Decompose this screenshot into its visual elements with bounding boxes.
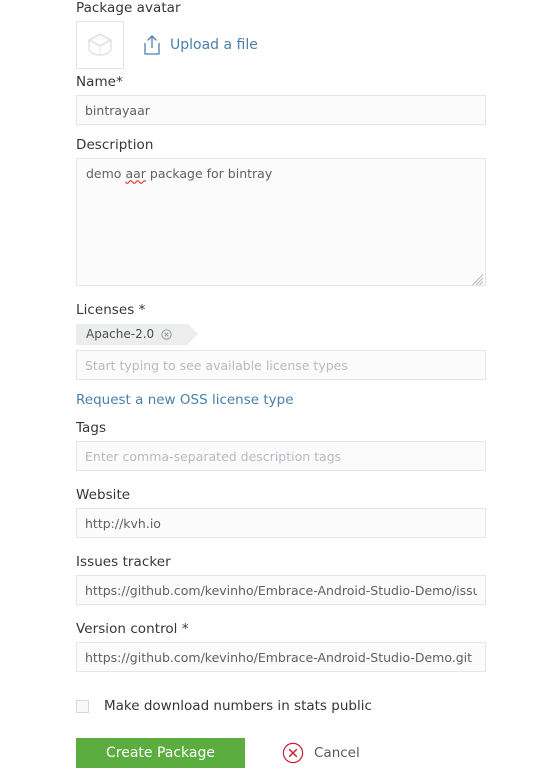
- description-textarea[interactable]: [76, 158, 486, 286]
- package-avatar-preview[interactable]: [76, 21, 124, 69]
- package-avatar-row: Upload a file: [76, 21, 486, 69]
- upload-icon: [142, 34, 162, 56]
- issues-tracker-input[interactable]: [76, 575, 486, 605]
- tags-label: Tags: [76, 420, 107, 436]
- version-control-label: Version control *: [76, 621, 189, 637]
- website-input[interactable]: [76, 508, 486, 538]
- create-package-page: Package avatar Upload a file Name* bintr…: [0, 0, 559, 773]
- licenses-label: Licenses *: [76, 302, 146, 318]
- upload-a-file-link[interactable]: Upload a file: [142, 34, 258, 56]
- stats-public-label[interactable]: Make download numbers in stats public: [104, 698, 372, 714]
- licenses-input[interactable]: [76, 350, 486, 380]
- name-label: Name*: [76, 74, 123, 90]
- cancel-label: Cancel: [314, 745, 360, 761]
- license-chip[interactable]: Apache-2.0: [76, 323, 199, 345]
- package-avatar-label: Package avatar: [76, 0, 181, 16]
- name-input[interactable]: [76, 95, 486, 125]
- description-label: Description: [76, 137, 154, 153]
- stats-public-checkbox[interactable]: [76, 699, 89, 713]
- stats-public-row: Make download numbers in stats public: [76, 698, 486, 714]
- upload-a-file-label: Upload a file: [170, 37, 258, 53]
- issues-tracker-label: Issues tracker: [76, 554, 171, 570]
- cancel-circle-x-icon: [282, 742, 304, 764]
- website-label: Website: [76, 487, 131, 503]
- request-oss-license-link[interactable]: Request a new OSS license type: [76, 392, 294, 408]
- create-package-button[interactable]: Create Package: [76, 738, 245, 768]
- form-actions: Create Package Cancel: [76, 738, 486, 768]
- package-cube-icon: [84, 29, 116, 61]
- licenses-chip-list: Apache-2.0: [76, 323, 486, 345]
- remove-circle-icon[interactable]: [161, 328, 172, 340]
- create-package-form: Package avatar Upload a file Name* bintr…: [76, 0, 486, 768]
- license-chip-label: Apache-2.0: [86, 327, 155, 341]
- version-control-input[interactable]: [76, 642, 486, 672]
- tags-input[interactable]: [76, 441, 486, 471]
- description-wrapper: demo aar package for bintray: [76, 158, 486, 286]
- cancel-link[interactable]: Cancel: [282, 742, 360, 764]
